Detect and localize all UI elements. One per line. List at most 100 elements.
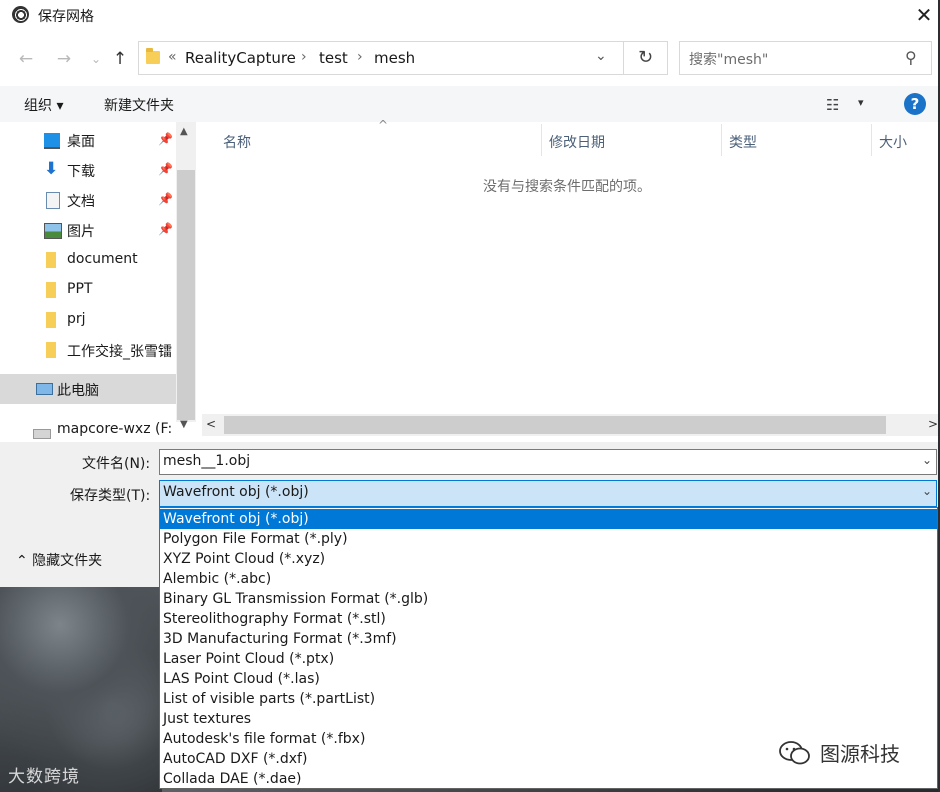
sidebar-item-pictures[interactable]: 图片 📌 (0, 215, 176, 245)
column-divider[interactable] (541, 124, 542, 156)
empty-results-message: 没有与搜索条件匹配的项。 (483, 179, 651, 195)
scroll-down-icon[interactable]: ▼ (180, 419, 188, 430)
column-header-type[interactable]: 类型 (729, 132, 757, 152)
sidebar-item-label: 文档 (67, 194, 95, 210)
hide-folders-button[interactable]: ⌃ 隐藏文件夹 (16, 550, 102, 570)
sidebar-item-label: 图片 (67, 224, 95, 240)
pin-icon[interactable]: 📌 (158, 192, 173, 206)
column-divider[interactable] (721, 124, 722, 156)
horizontal-scrollbar-thumb[interactable] (224, 416, 886, 434)
breadcrumb-mesh[interactable]: mesh (374, 49, 415, 67)
sidebar-scrollbar-thumb[interactable] (177, 170, 195, 420)
filetype-option[interactable]: Laser Point Cloud (*.ptx) (160, 649, 937, 669)
sidebar-item-label: 下载 (67, 164, 95, 180)
sidebar-item-documents[interactable]: 文档 📌 (0, 185, 176, 215)
folder-icon (46, 342, 56, 358)
filetype-select[interactable]: Wavefront obj (*.obj) ⌄ (159, 480, 937, 507)
folder-icon (46, 312, 56, 328)
column-header-modified[interactable]: 修改日期 (549, 132, 605, 152)
filename-field[interactable]: mesh__1.obj ⌄ (159, 449, 937, 475)
filetype-option[interactable]: LAS Point Cloud (*.las) (160, 669, 937, 689)
app-icon (12, 6, 29, 23)
sidebar-item-desktop[interactable]: 桌面 📌 (0, 125, 176, 155)
chevron-down-icon[interactable]: ⌄ (595, 48, 607, 64)
view-dropdown-icon[interactable]: ▾ (858, 96, 864, 109)
sidebar-item-document[interactable]: document (0, 245, 176, 275)
sidebar-item-label: 此电脑 (57, 383, 99, 399)
column-divider[interactable] (871, 124, 872, 156)
command-bar: 组织 ▾ 新建文件夹 (0, 86, 938, 122)
column-header-name[interactable]: 名称 (223, 132, 251, 152)
computer-icon (36, 383, 53, 395)
sidebar-item-downloads[interactable]: ⬇ 下载 📌 (0, 155, 176, 185)
refresh-button[interactable]: ↻ (624, 41, 668, 75)
filetype-option[interactable]: Just textures (160, 709, 937, 729)
sidebar-item-prj[interactable]: prj (0, 305, 176, 335)
sidebar-item-handover[interactable]: 工作交接_张雪镭 (0, 335, 176, 365)
sidebar-item-label: prj (67, 311, 86, 327)
address-bar[interactable]: « RealityCapture › test › mesh ⌄ (138, 41, 624, 75)
watermark-left: 大数跨境 (8, 767, 80, 787)
filename-value[interactable]: mesh__1.obj (163, 453, 250, 469)
filetype-option[interactable]: Binary GL Transmission Format (*.glb) (160, 589, 937, 609)
search-input[interactable]: 搜索"mesh" (689, 49, 768, 69)
scroll-left-icon[interactable]: < (206, 417, 216, 431)
filetype-option[interactable]: Collada DAE (*.dae) (160, 769, 937, 789)
drive-icon (33, 429, 51, 439)
breadcrumb-realitycapture[interactable]: RealityCapture (185, 49, 296, 67)
filetype-option[interactable]: Wavefront obj (*.obj) (160, 509, 937, 529)
sidebar-item-label: 工作交接_张雪镭 (67, 344, 172, 360)
search-box[interactable]: 搜索"mesh" ⚲ (679, 41, 932, 75)
breadcrumb-separator: › (357, 49, 363, 65)
recent-locations-icon[interactable]: ⌄ (86, 48, 106, 70)
watermark-right: 图源科技 (820, 742, 900, 766)
sidebar-item-label: 桌面 (67, 134, 95, 150)
sidebar-item-this-pc[interactable]: 此电脑 (0, 374, 176, 404)
search-icon[interactable]: ⚲ (905, 48, 917, 67)
filetype-option[interactable]: 3D Manufacturing Format (*.3mf) (160, 629, 937, 649)
forward-arrow-icon[interactable]: → (54, 48, 74, 70)
navigation-pane: 桌面 📌 ⬇ 下载 📌 文档 📌 图片 📌 document PPT prj 工… (0, 122, 196, 442)
sidebar-item-label: document (67, 251, 138, 267)
up-arrow-icon[interactable]: ↑ (110, 48, 130, 70)
sort-arrow-icon: ^ (378, 118, 389, 132)
filetype-option[interactable]: List of visible parts (*.partList) (160, 689, 937, 709)
wechat-icon (779, 741, 810, 765)
filetype-option[interactable]: Polygon File Format (*.ply) (160, 529, 937, 549)
breadcrumb-overflow[interactable]: « (168, 49, 177, 65)
view-options-icon[interactable]: ☷ (826, 96, 839, 114)
window-title: 保存网格 (38, 9, 94, 25)
folder-icon (146, 48, 160, 64)
document-icon (46, 192, 60, 209)
sidebar-item-ppt[interactable]: PPT (0, 275, 176, 305)
title-bar: 保存网格 ✕ (0, 0, 938, 32)
filetype-option[interactable]: Stereolithography Format (*.stl) (160, 609, 937, 629)
column-header-size[interactable]: 大小 (879, 132, 907, 152)
sidebar-item-label: PPT (67, 281, 93, 297)
pin-icon[interactable]: 📌 (158, 162, 173, 176)
pin-icon[interactable]: 📌 (158, 222, 173, 236)
filetype-selected-value[interactable]: Wavefront obj (*.obj) (163, 484, 309, 500)
organize-button[interactable]: 组织 ▾ (24, 95, 63, 115)
filename-label: 文件名(N): (82, 456, 151, 472)
desktop-icon (44, 133, 60, 149)
scroll-right-icon[interactable]: > (928, 417, 938, 431)
pictures-icon (44, 223, 62, 239)
pin-icon[interactable]: 📌 (158, 132, 173, 146)
download-icon: ⬇ (44, 159, 59, 179)
back-arrow-icon[interactable]: ← (16, 48, 36, 70)
folder-icon (46, 252, 56, 268)
filetype-option[interactable]: Alembic (*.abc) (160, 569, 937, 589)
sidebar-item-drive[interactable]: mapcore-wxz (F: (57, 421, 172, 437)
filetype-option[interactable]: XYZ Point Cloud (*.xyz) (160, 549, 937, 569)
help-icon[interactable]: ? (904, 93, 926, 115)
breadcrumb-test[interactable]: test (319, 49, 348, 67)
chevron-down-icon[interactable]: ⌄ (922, 453, 932, 467)
new-folder-button[interactable]: 新建文件夹 (104, 95, 174, 115)
chevron-down-icon[interactable]: ⌄ (922, 484, 932, 498)
breadcrumb-separator: › (301, 49, 307, 65)
scroll-up-icon[interactable]: ▲ (180, 126, 188, 137)
filetype-label: 保存类型(T): (70, 488, 151, 504)
background-stone-texture (0, 585, 162, 792)
close-button[interactable]: ✕ (910, 2, 938, 30)
